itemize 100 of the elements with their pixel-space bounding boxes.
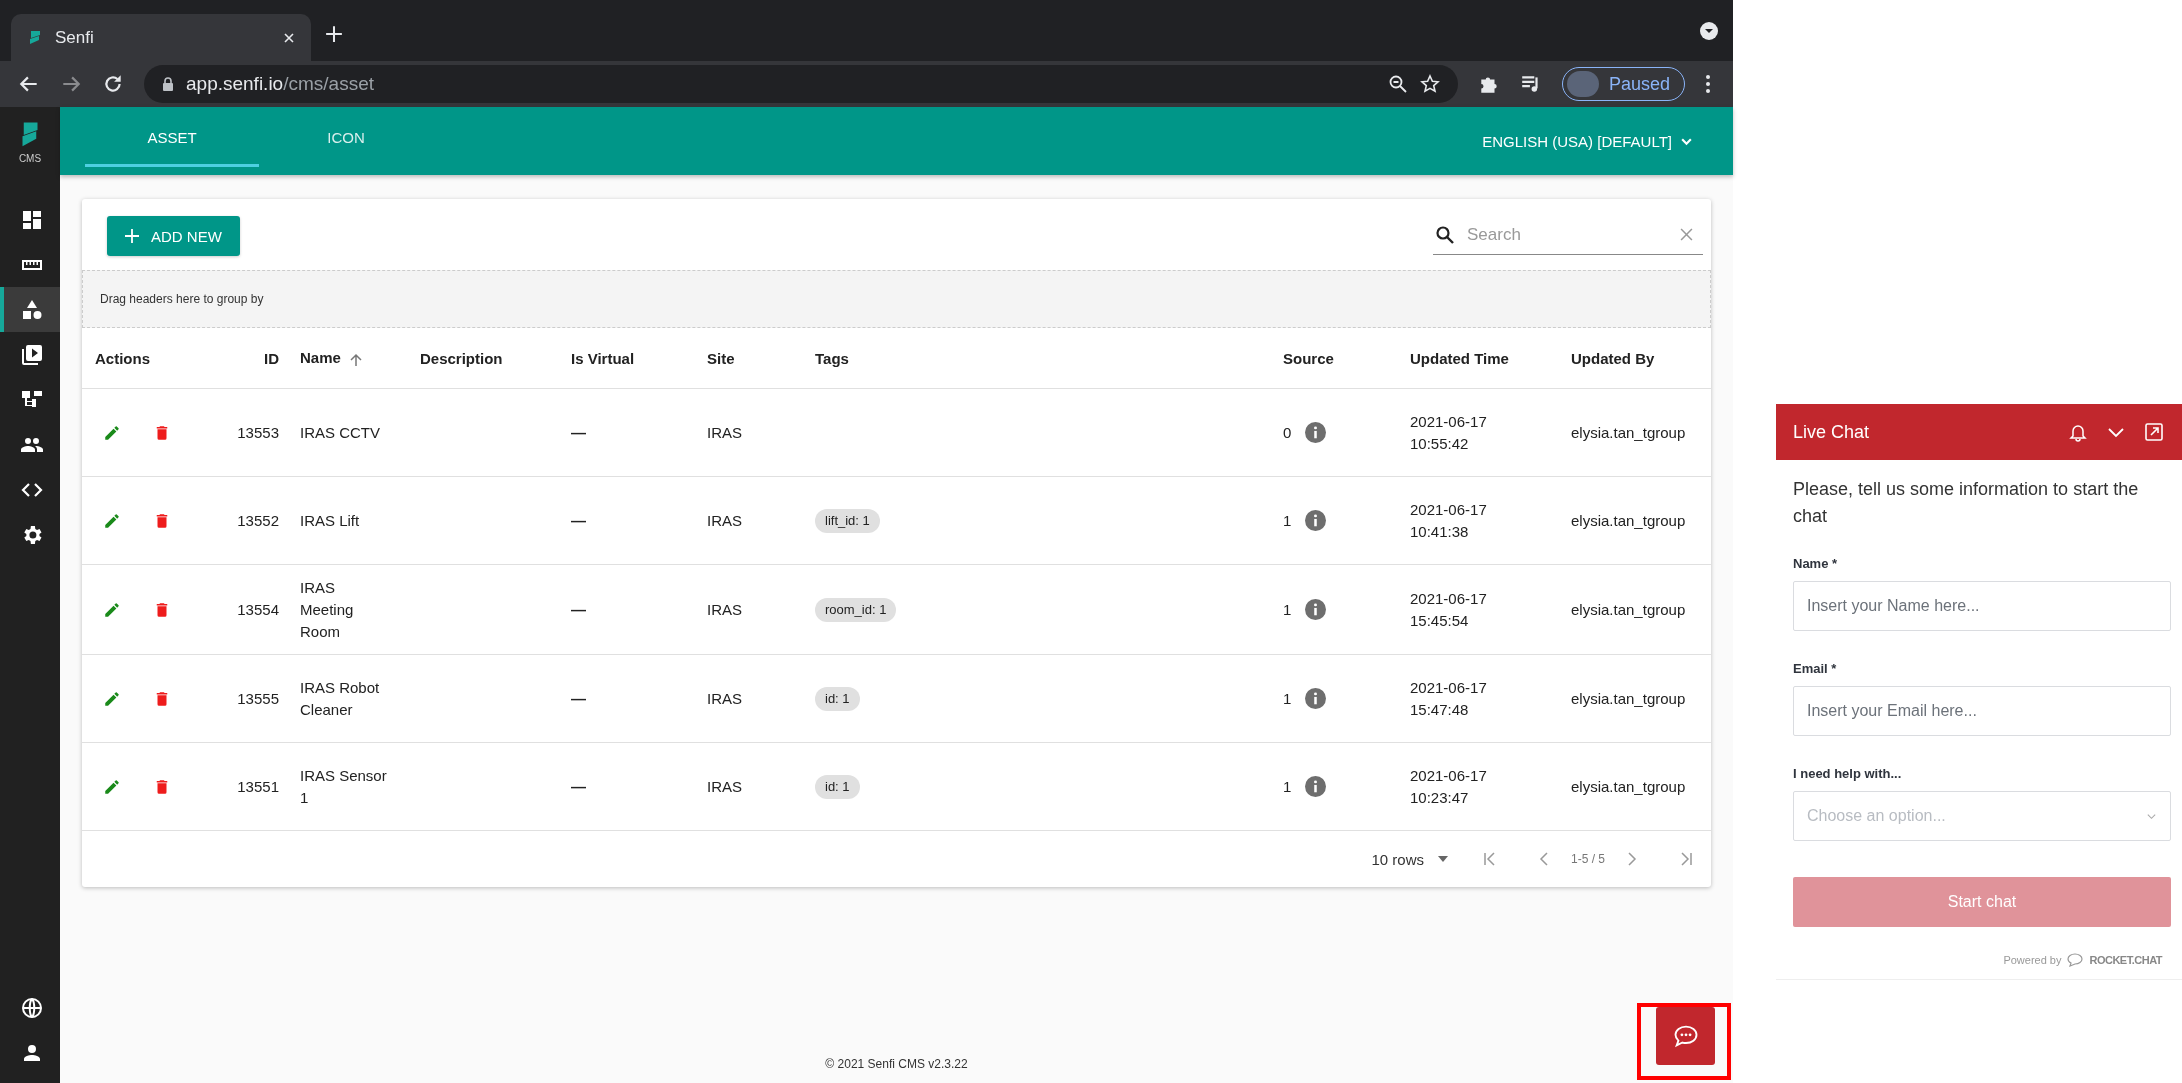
- search-field[interactable]: Search: [1465, 223, 1670, 246]
- updated-by-cell: elysia.tan_tgroup: [1571, 600, 1686, 618]
- updated-time-cell-text: 2021-06-17 15:45:54: [1410, 588, 1487, 631]
- sort-up-icon[interactable]: [348, 352, 363, 367]
- logo-icon: [27, 29, 43, 46]
- edit-icon[interactable]: [103, 777, 121, 796]
- virtual-cell: —: [571, 689, 586, 707]
- column-header[interactable]: Tags: [815, 349, 849, 367]
- info-icon[interactable]: [1305, 422, 1327, 443]
- edit-icon[interactable]: [103, 600, 121, 619]
- name-cell-text: IRAS Lift: [300, 510, 360, 531]
- media-icon: [20, 342, 44, 367]
- updated-time-cell-text: 2021-06-17 10:55:42: [1410, 411, 1487, 454]
- field-label: I need help with...: [1793, 766, 1903, 781]
- name-cell-text: IRAS Robot Cleaner: [300, 678, 381, 720]
- info-icon[interactable]: [1305, 599, 1327, 621]
- info-icon[interactable]: [1305, 776, 1327, 798]
- updated-by-cell: elysia.tan_tgroup: [1571, 423, 1686, 441]
- close-icon[interactable]: [283, 31, 295, 44]
- virtual-cell: —: [571, 600, 586, 618]
- site-cell: IRAS: [707, 423, 742, 441]
- site-cell: IRAS: [707, 689, 742, 707]
- column-header[interactable]: Source: [1283, 349, 1334, 367]
- source-cell-text: 0: [1283, 422, 1292, 443]
- source-cell-text: 1: [1283, 688, 1292, 709]
- info-icon[interactable]: [1305, 688, 1327, 710]
- plus-icon[interactable]: [325, 24, 343, 43]
- url-text: app.senfi.io/cms/asset: [186, 73, 374, 95]
- source-cell-text: 1: [1283, 510, 1292, 531]
- edit-icon[interactable]: [103, 511, 121, 530]
- address-bar[interactable]: app.senfi.io/cms/asset: [144, 65, 1458, 103]
- site-cell: IRAS: [707, 511, 742, 529]
- chat-button[interactable]: [1656, 1007, 1715, 1065]
- logo-icon: [20, 121, 40, 149]
- id-cell: 13554: [237, 600, 279, 618]
- edit-icon[interactable]: [103, 689, 121, 708]
- avatar-icon: [1567, 71, 1599, 97]
- virtual-cell: —: [571, 511, 586, 529]
- footer-text: © 2021 Senfi CMS v2.3.22: [824, 1057, 969, 1073]
- zoom-icon[interactable]: [1388, 74, 1408, 94]
- last-page-icon[interactable]: [1679, 852, 1693, 867]
- chat-intro: Please, tell us some information to start the chat: [1793, 478, 2140, 528]
- star-icon[interactable]: [1420, 74, 1440, 94]
- updated-by-cell: elysia.tan_tgroup: [1571, 777, 1686, 795]
- bell-icon[interactable]: [2068, 422, 2088, 442]
- chat-bubble-icon: [2067, 953, 2084, 967]
- group-hint: Drag headers here to group by: [100, 292, 264, 306]
- site-cell: IRAS: [707, 777, 742, 795]
- name-cell-text: IRAS CCTV: [300, 422, 380, 443]
- brand-logo-text: ROCKET.CHAT: [2089, 954, 2162, 966]
- column-header[interactable]: Actions: [95, 349, 150, 367]
- id-cell: 13555: [237, 689, 279, 707]
- column-header[interactable]: Updated Time: [1410, 349, 1509, 367]
- input-field[interactable]: Insert your Email here...: [1793, 686, 2171, 736]
- name-cell-text: IRAS Sensor 1: [300, 766, 388, 808]
- popout-icon[interactable]: [2144, 422, 2164, 442]
- updated-time-cell-text: 2021-06-17 10:23:47: [1410, 766, 1487, 808]
- updated-by-cell: elysia.tan_tgroup: [1571, 511, 1686, 529]
- chat-title: Live Chat: [1793, 421, 1870, 443]
- source-cell-text: 1: [1283, 776, 1292, 797]
- virtual-cell: —: [571, 777, 586, 795]
- rows-per-page-select[interactable]: 10 rows: [1371, 850, 1448, 868]
- tag-chip: lift_id: 1: [815, 508, 880, 533]
- caret-icon: [1437, 856, 1448, 863]
- header-tab[interactable]: ASSET: [85, 107, 259, 167]
- updated-by-cell: elysia.tan_tgroup: [1571, 689, 1686, 707]
- source-cell-text: 1: [1283, 599, 1292, 620]
- logo-label: CMS: [18, 153, 42, 164]
- tag-chip: room_id: 1: [815, 597, 897, 622]
- first-page-icon[interactable]: [1482, 852, 1497, 867]
- column-header[interactable]: Description: [420, 349, 503, 367]
- input-field[interactable]: Insert your Name here...: [1793, 581, 2171, 631]
- next-page-icon[interactable]: [1625, 852, 1639, 867]
- language-selector[interactable]: ENGLISH (USA) [DEFAULT]: [1482, 107, 1693, 175]
- column-header[interactable]: Site: [707, 349, 735, 367]
- id-cell: 13551: [237, 777, 279, 795]
- column-header[interactable]: Name: [300, 349, 341, 367]
- more-icon[interactable]: [1705, 74, 1712, 94]
- edit-icon[interactable]: [103, 423, 121, 442]
- info-icon[interactable]: [1305, 510, 1327, 531]
- column-header[interactable]: Updated By: [1571, 349, 1655, 367]
- globe-icon: [20, 995, 44, 1020]
- virtual-cell: —: [571, 423, 586, 441]
- add-new-button[interactable]: ADD NEW: [107, 216, 240, 256]
- updated-time-cell-text: 2021-06-17 10:41:38: [1410, 499, 1487, 542]
- sidebar-item[interactable]: [0, 287, 60, 332]
- column-header[interactable]: ID: [264, 349, 279, 367]
- site-cell: IRAS: [707, 600, 742, 618]
- name-cell-text: IRAS Meeting Room: [300, 578, 355, 642]
- dropdown-icon[interactable]: [1699, 20, 1719, 41]
- browser-tab[interactable]: Senfi: [11, 14, 311, 61]
- field-label: Email *: [1793, 661, 1838, 676]
- reload-icon[interactable]: [102, 73, 124, 95]
- column-header[interactable]: Is Virtual: [571, 349, 635, 367]
- tag-chip: id: 1: [815, 686, 860, 711]
- id-cell: 13552: [237, 511, 279, 529]
- tab-title: Senfi: [55, 27, 95, 48]
- clear-icon[interactable]: [1680, 228, 1693, 241]
- updated-time-cell-text: 2021-06-17 15:47:48: [1410, 678, 1487, 720]
- page-range: 1-5 / 5: [1570, 852, 1605, 867]
